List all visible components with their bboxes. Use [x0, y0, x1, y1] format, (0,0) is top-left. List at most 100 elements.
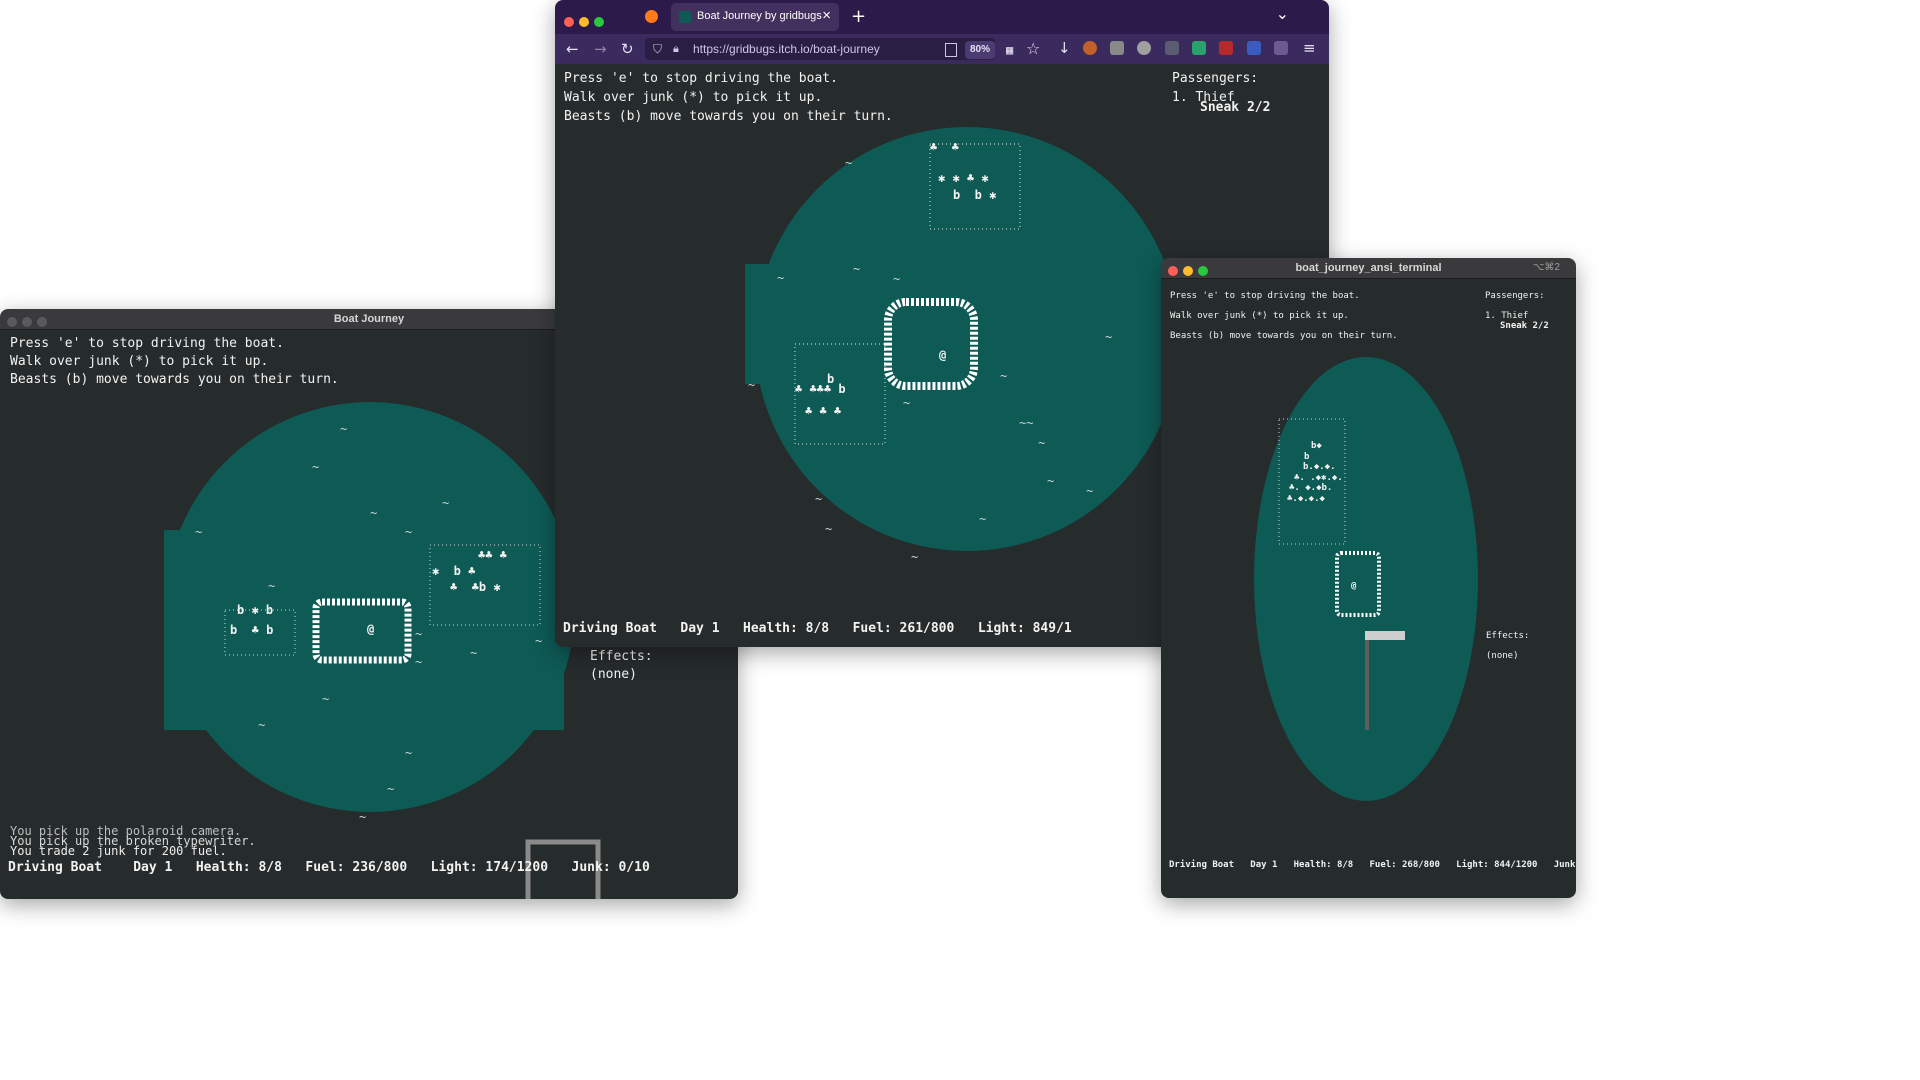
- extension-icon[interactable]: [1110, 41, 1124, 55]
- tab-list-button[interactable]: ⌄: [1276, 4, 1289, 23]
- beast-marker: ♣ ♣ ♣: [805, 404, 842, 418]
- beast-marker: b ♣ b: [230, 623, 274, 637]
- instruction-line: Walk over junk (*) to pick it up.: [1170, 311, 1349, 321]
- wave: ~: [387, 782, 395, 796]
- new-tab-button[interactable]: +: [851, 6, 866, 27]
- back-button[interactable]: ←: [566, 40, 579, 58]
- wave: ~: [405, 525, 413, 539]
- grid-icon[interactable]: ▦: [1006, 43, 1013, 57]
- window-controls: [564, 12, 609, 31]
- reader-view-icon[interactable]: [945, 43, 957, 57]
- extension-icon[interactable]: [1192, 41, 1206, 55]
- menu-button[interactable]: ≡: [1303, 39, 1316, 57]
- wave: ~: [359, 810, 367, 824]
- extension-icon[interactable]: [1083, 41, 1097, 55]
- minimize-button[interactable]: [22, 317, 32, 327]
- instruction-line: Beasts (b) move towards you on their tur…: [1170, 331, 1398, 341]
- instruction-line: Press 'e' to stop driving the boat.: [10, 336, 284, 351]
- itch-icon: [679, 11, 691, 23]
- wave: ~: [748, 378, 756, 392]
- zoom-button[interactable]: [1198, 266, 1208, 276]
- zoom-button[interactable]: [594, 17, 604, 27]
- beast-marker: ✱ ✱ ♣ ✱: [938, 171, 989, 185]
- zoom-level[interactable]: 80%: [965, 41, 996, 59]
- game-terminal[interactable]: b◆ b b.◆.◆. ♣. .◆✱.◆. ♣. ◆.◆b. ♣.◆.◆.◆ @…: [1161, 279, 1576, 898]
- wave: ~: [825, 522, 833, 536]
- instruction-line: Press 'e' to stop driving the boat.: [564, 71, 838, 86]
- wave: ~: [340, 422, 348, 436]
- close-icon[interactable]: ×: [822, 7, 831, 24]
- url-text: https://gridbugs.itch.io/boat-journey: [693, 42, 880, 56]
- wave: ~: [815, 492, 823, 506]
- instruction-line: Beasts (b) move towards you on their tur…: [564, 109, 893, 124]
- minimize-button[interactable]: [579, 17, 589, 27]
- wave: ~: [322, 692, 330, 706]
- reload-button[interactable]: ↻: [621, 40, 634, 58]
- window-title: Boat Journey: [333, 313, 405, 325]
- beast-marker: ♣ ♣b ✱: [450, 580, 501, 594]
- wave: ~: [405, 746, 413, 760]
- wave: ~~: [1019, 416, 1034, 430]
- beast-marker: ♣.◆.◆.◆: [1287, 494, 1325, 504]
- beast-marker: ♣. .◆✱.◆.: [1294, 473, 1343, 483]
- tab-boat-journey[interactable]: Boat Journey by gridbugs ×: [671, 3, 839, 31]
- extensions-puzzle-icon[interactable]: [1274, 41, 1288, 55]
- effects-value: (none): [1486, 651, 1519, 661]
- navigation-bar: ← → ↻ ⛉ 🔒︎ https://gridbugs.itch.io/boat…: [555, 34, 1329, 64]
- instruction-line: Walk over junk (*) to pick it up.: [10, 354, 269, 369]
- wave: ~: [442, 496, 450, 510]
- ocean-map: [1254, 357, 1478, 801]
- wave: ~: [911, 550, 919, 564]
- log-line: You trade 2 junk for 200 fuel.: [10, 844, 227, 858]
- beast-marker: b: [1304, 452, 1310, 462]
- minimize-button[interactable]: [1183, 266, 1193, 276]
- status-bar: Driving Boat Day 1 Health: 8/8 Fuel: 261…: [563, 621, 1072, 636]
- close-button[interactable]: [1168, 266, 1178, 276]
- beast-marker: ✱ b ♣: [432, 564, 476, 578]
- passenger-skill: Sneak 2/2: [1200, 100, 1271, 115]
- instruction-line: Walk over junk (*) to pick it up.: [564, 90, 823, 105]
- highlighted-tile: [1365, 631, 1405, 640]
- wave: ~: [415, 655, 423, 669]
- wave: ~: [893, 272, 901, 286]
- passenger-entry: 1. Thief: [1485, 311, 1529, 321]
- window-title: boat_journey_ansi_terminal: [1295, 262, 1442, 274]
- passenger-skill: Sneak 2/2: [1500, 321, 1549, 331]
- beast-marker: b◆: [1311, 441, 1322, 451]
- effects-title: Effects:: [590, 649, 653, 664]
- wave: ~: [853, 262, 861, 276]
- close-button[interactable]: [7, 317, 17, 327]
- window-titlebar[interactable]: boat_journey_ansi_terminal ⌥⌘2: [1161, 258, 1576, 279]
- wave: ~: [1047, 474, 1055, 488]
- status-bar: Driving Boat Day 1 Health: 8/8 Fuel: 236…: [8, 860, 650, 875]
- passengers-title: Passengers:: [1172, 71, 1259, 86]
- zoom-button[interactable]: [37, 317, 47, 327]
- tab-title: Boat Journey by gridbugs: [697, 10, 822, 22]
- download-icon[interactable]: ↓: [1058, 39, 1071, 57]
- wave: ~: [370, 506, 378, 520]
- beast-marker: ♣ ♣: [930, 140, 959, 154]
- wave: ~: [268, 579, 276, 593]
- wave: ~: [1000, 369, 1008, 383]
- forward-button[interactable]: →: [594, 40, 607, 58]
- instruction-line: Press 'e' to stop driving the boat.: [1170, 291, 1360, 301]
- extension-icon[interactable]: [1137, 41, 1151, 55]
- beast-marker: b b ✱: [953, 188, 997, 202]
- star-icon[interactable]: ☆: [1026, 39, 1040, 58]
- wave: ~: [535, 634, 543, 648]
- extension-icon[interactable]: [1247, 41, 1261, 55]
- wave: ~: [903, 396, 911, 410]
- wave: ~: [979, 512, 987, 526]
- wave: ~: [845, 156, 853, 170]
- extension-icon[interactable]: [1165, 41, 1179, 55]
- tab-bar: Boat Journey by gridbugs × + ⌄: [555, 0, 1329, 34]
- effects-value: (none): [590, 667, 637, 682]
- close-button[interactable]: [564, 17, 574, 27]
- terminal-window: boat_journey_ansi_terminal ⌥⌘2 b◆ b b.◆.…: [1161, 258, 1576, 898]
- wave: ~: [1086, 484, 1094, 498]
- wave: ~: [777, 271, 785, 285]
- beast-marker: b ✱ b: [237, 603, 274, 617]
- extension-icon[interactable]: [1219, 41, 1233, 55]
- player-marker: @: [1351, 581, 1357, 591]
- url-bar[interactable]: ⛉ 🔒︎ https://gridbugs.itch.io/boat-journ…: [645, 38, 995, 60]
